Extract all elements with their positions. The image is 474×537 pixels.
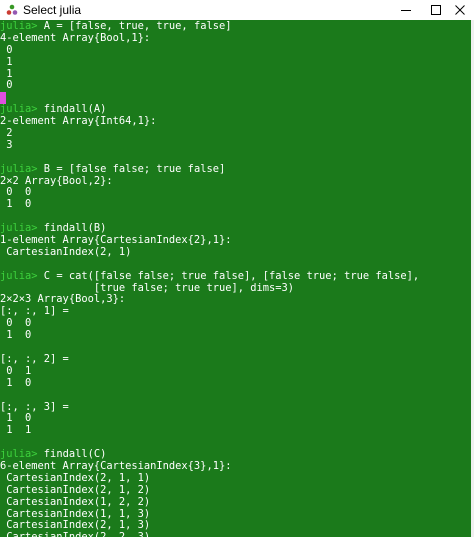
output-line: 2-element Array{Int64,1}: xyxy=(0,116,157,128)
output-line: CartesianIndex(2, 1, 2) xyxy=(0,484,151,496)
input-text: C = cat([false false; true false], [fals… xyxy=(37,270,420,282)
output-line: 0 0 xyxy=(0,318,32,330)
input-text: A = [false, true, true, false] xyxy=(37,21,232,32)
console-output: julia> A = [false, true, true, false] 4-e… xyxy=(0,21,470,537)
output-line: [:, :, 3] = xyxy=(0,401,69,413)
julia-prompt: julia> xyxy=(0,223,38,235)
input-text: B = [false false; true false] xyxy=(37,163,226,175)
output-line: CartesianIndex(1, 2, 2) xyxy=(0,496,151,508)
minimize-icon xyxy=(401,10,411,11)
text-cursor xyxy=(0,92,6,105)
output-line: [:, :, 1] = xyxy=(0,306,69,318)
output-line: 1 0 xyxy=(0,199,32,211)
close-icon xyxy=(455,5,465,15)
window-title: Select julia xyxy=(23,3,82,17)
julia-prompt: julia> xyxy=(0,21,38,32)
output-line: CartesianIndex(2, 1, 3) xyxy=(0,520,151,532)
julia-prompt: julia> xyxy=(0,104,38,116)
output-line: 1-element Array{CartesianIndex{2},1}: xyxy=(0,235,232,247)
output-line: 3 xyxy=(0,139,13,151)
julia-window: Select julia julia> A = [false, true, tr… xyxy=(0,0,474,537)
close-button[interactable] xyxy=(446,0,474,20)
output-line: CartesianIndex(2, 1) xyxy=(0,246,132,258)
input-line: julia> B = [false false; true false] xyxy=(0,164,470,176)
output-line: 2×2×3 Array{Bool,3}: xyxy=(0,294,126,306)
cursor-line xyxy=(0,92,470,105)
output-line: CartesianIndex(1, 1, 3) xyxy=(0,508,151,520)
title-bar[interactable]: Select julia xyxy=(0,0,474,20)
input-text: findall(B) xyxy=(37,223,107,235)
julia-logo-icon xyxy=(6,4,18,15)
julia-prompt: julia> xyxy=(0,163,38,175)
output-line: 4-element Array{Bool,1}: xyxy=(0,32,151,44)
output-line: 0 0 xyxy=(0,187,32,199)
output-line: 2 xyxy=(0,128,13,140)
input-line: julia> findall(A) xyxy=(0,104,470,116)
maximize-icon xyxy=(431,5,441,15)
julia-prompt: julia> xyxy=(0,270,38,282)
output-line: 0 1 xyxy=(0,365,32,377)
output-line: 1 0 xyxy=(0,413,32,425)
output-line: 0 xyxy=(0,44,13,56)
output-line: CartesianIndex(2, 2, 3) xyxy=(0,532,470,537)
input-line: julia> findall(C) xyxy=(0,449,470,461)
input-text: findall(A) xyxy=(37,104,107,116)
input-text: findall(C) xyxy=(37,449,107,461)
output-line: [true false; true true], dims=3) xyxy=(0,282,295,294)
input-line: julia> findall(B) xyxy=(0,223,470,235)
output-line: 1 xyxy=(0,68,13,80)
output-line: 1 0 xyxy=(0,377,32,389)
julia-prompt: julia> xyxy=(0,449,38,461)
terminal-console[interactable]: julia> A = [false, true, true, false] 4-e… xyxy=(0,20,474,537)
input-line: julia> C = cat([false false; true false]… xyxy=(0,271,470,283)
input-line: julia> A = [false, true, true, false] xyxy=(0,21,470,33)
output-line: 1 0 xyxy=(0,330,32,342)
output-line: 1 1 xyxy=(0,425,32,437)
output-line: 1 xyxy=(0,56,13,68)
output-line: CartesianIndex(2, 1, 1) xyxy=(0,472,151,484)
output-line: 2×2 Array{Bool,2}: xyxy=(0,175,113,187)
output-line: 0 xyxy=(0,80,13,92)
output-line: [:, :, 2] = xyxy=(0,353,69,365)
output-line: 6-element Array{CartesianIndex{3},1}: xyxy=(0,460,232,472)
